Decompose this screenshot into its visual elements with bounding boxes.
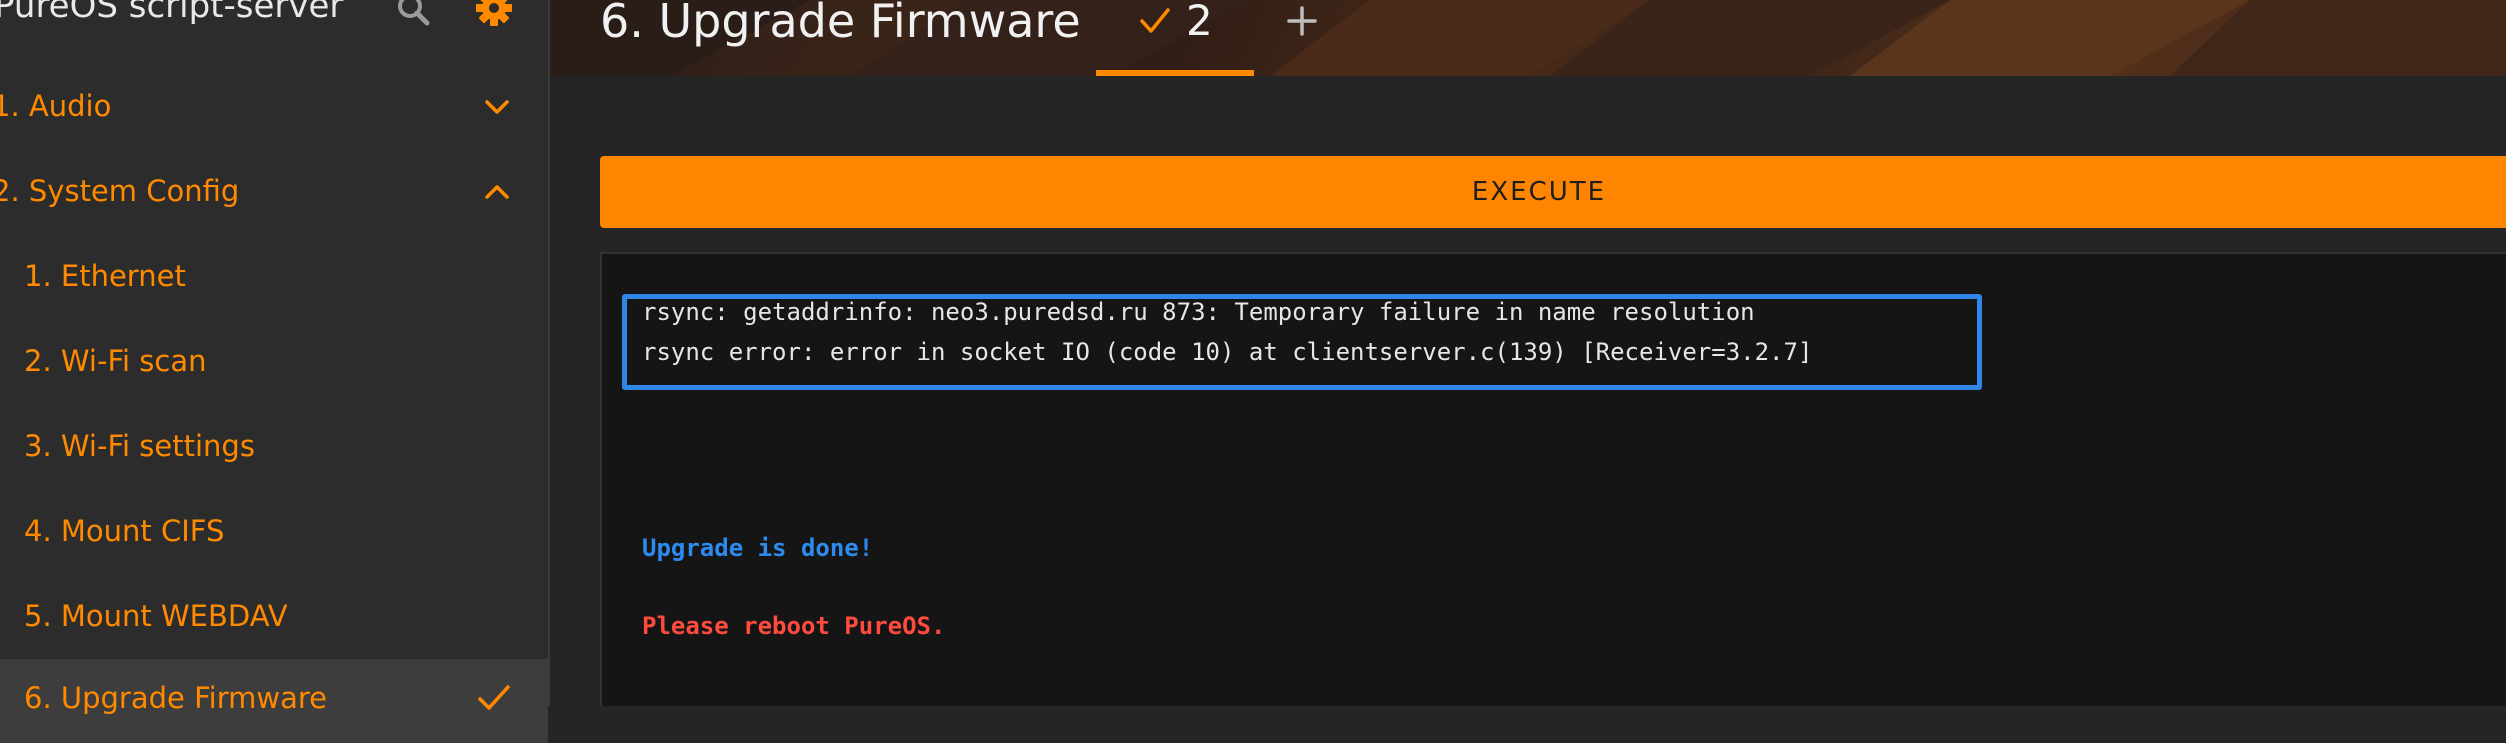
sidebar-item-audio[interactable]: 1. Audio (0, 64, 548, 148)
sidebar-item-label: 2. System Config (0, 174, 240, 208)
done-message: Upgrade is done! (642, 534, 874, 562)
page-title: 6. Upgrade Firmware (600, 0, 1081, 48)
sidebar-item-label: 6. Upgrade Firmware (24, 681, 327, 715)
tab-label: 2 (1186, 0, 1213, 45)
header: 6. Upgrade Firmware 2 (550, 0, 2506, 76)
sidebar-item-label: 2. Wi-Fi scan (24, 344, 207, 378)
gear-icon[interactable] (472, 0, 516, 34)
sidebar-item-wifi-scan[interactable]: 2. Wi-Fi scan (0, 319, 548, 403)
sidebar-item-wifi-settings[interactable]: 3. Wi-Fi settings (0, 404, 548, 488)
sidebar-item-ethernet[interactable]: 1. Ethernet (0, 234, 548, 318)
tab-execution-2[interactable]: 2 (1096, 0, 1254, 76)
execute-button-label: EXECUTE (1471, 177, 1607, 207)
plus-icon[interactable] (1280, 0, 1324, 44)
chevron-up-icon[interactable] (482, 177, 512, 207)
execute-button[interactable]: EXECUTE (600, 156, 2506, 228)
chevron-down-icon[interactable] (482, 92, 512, 122)
sidebar-item-label: 3. Wi-Fi settings (24, 429, 255, 463)
sidebar-item-label: 5. Mount WEBDAV (24, 599, 288, 633)
tab-active-indicator (1096, 70, 1254, 76)
sidebar-item-mount-webdav[interactable]: 5. Mount WEBDAV (0, 574, 548, 658)
check-icon (1140, 8, 1170, 33)
sidebar-item-label: 4. Mount CIFS (24, 514, 225, 548)
console-line: rsync: getaddrinfo: neo3.puredsd.ru 873:… (642, 298, 1755, 326)
check-icon (478, 685, 510, 710)
sidebar-item-mount-cifs[interactable]: 4. Mount CIFS (0, 489, 548, 573)
console-output: rsync: getaddrinfo: neo3.puredsd.ru 873:… (600, 252, 2506, 706)
console-line: rsync error: error in socket IO (code 10… (642, 338, 1813, 366)
sidebar: PureOS script-server 1. Audio 2. System … (0, 0, 550, 743)
sidebar-item-label: 1. Audio (0, 89, 112, 123)
sidebar-item-upgrade-firmware[interactable]: 6. Upgrade Firmware (0, 659, 548, 743)
sidebar-item-system-config[interactable]: 2. System Config (0, 149, 548, 233)
reboot-message: Please reboot PureOS. (642, 612, 946, 640)
search-icon[interactable] (394, 0, 434, 32)
app-title: PureOS script-server (0, 0, 344, 26)
sidebar-item-label: 1. Ethernet (24, 259, 186, 293)
